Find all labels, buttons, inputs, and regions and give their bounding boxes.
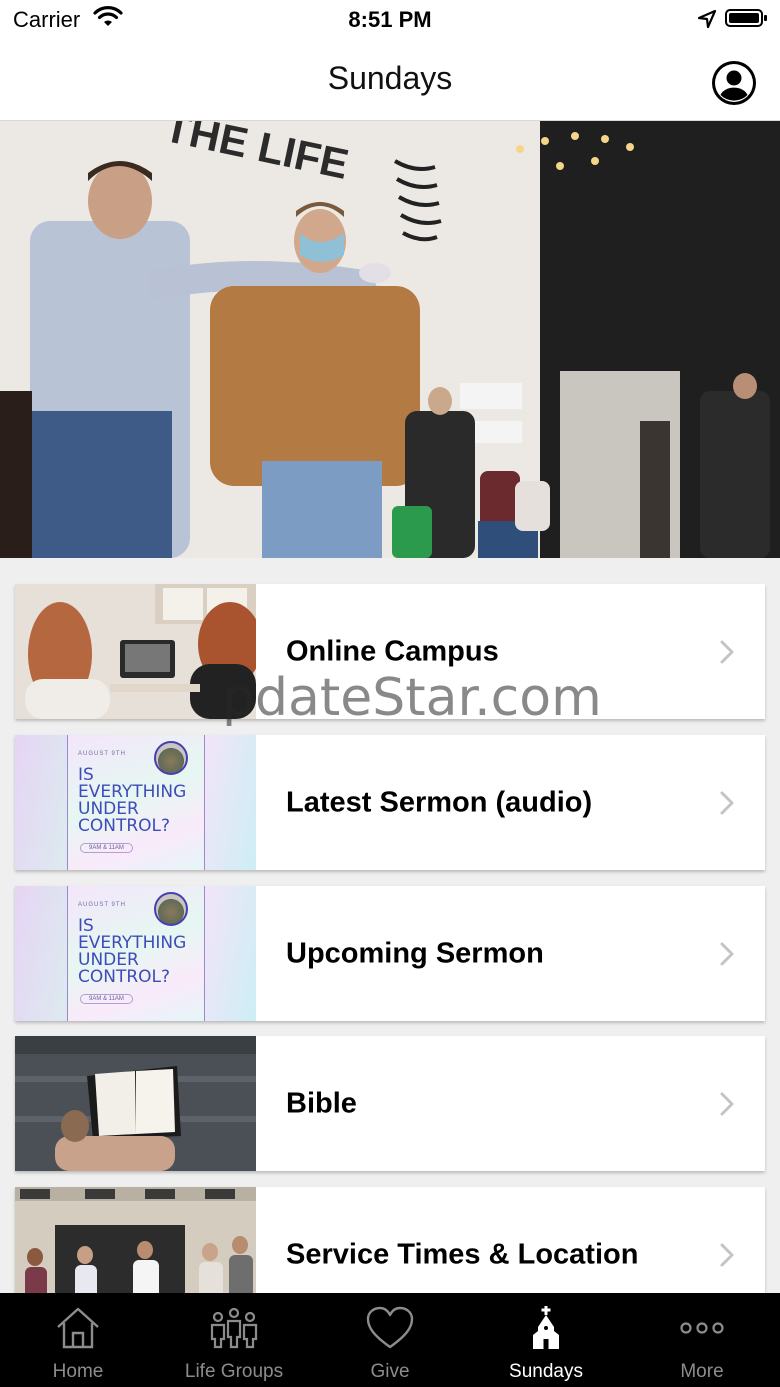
poster-title: IS EVERYTHING UNDER CONTROL? [78,767,186,835]
tab-bar: Home Life Groups Give Sundays More [0,1293,780,1387]
poster-times: 9AM & 11AM [80,994,133,1004]
chevron-right-icon [720,791,734,814]
chevron-right-icon [720,1092,734,1115]
screen: Carrier 8:51 PM Sundays THE LIFE Online … [0,0,780,1387]
sermon-series-art: AUGUST 9TH IS EVERYTHING UNDER CONTROL? … [15,735,256,870]
battery-icon [725,9,767,27]
status-time: 8:51 PM [348,7,432,32]
nav-bar: Sundays [0,40,780,121]
list-item-label: Service Times & Location [286,1238,639,1270]
poster-date: AUGUST 9TH [78,902,126,908]
tab-give[interactable]: Give [312,1293,468,1387]
status-bar: Carrier 8:51 PM [0,0,780,40]
list-item-label: Latest Sermon (audio) [286,786,593,818]
list-item-label: Online Campus [286,635,499,667]
sermon-series-art: AUGUST 9TH IS EVERYTHING UNDER CONTROL? … [15,886,256,1021]
tab-more[interactable]: More [624,1293,780,1387]
sermon-poster: AUGUST 9TH IS EVERYTHING UNDER CONTROL? … [67,735,205,870]
tab-label: More [680,1361,724,1382]
chevron-right-icon [720,1243,734,1266]
people-group-icon [210,1307,258,1349]
poster-times: 9AM & 11AM [80,843,133,853]
church-icon [533,1306,559,1349]
poster-title: IS EVERYTHING UNDER CONTROL? [78,918,186,986]
list-item-label: Upcoming Sermon [286,937,544,969]
poster-line: CONTROL? [78,967,171,987]
list-item-label: Bible [286,1087,357,1119]
list-item-online-campus[interactable]: Online Campus [15,584,765,719]
heart-icon [366,1306,414,1349]
tab-sundays[interactable]: Sundays [468,1293,624,1387]
tab-label: Give [370,1361,410,1382]
tab-label: Life Groups [184,1361,284,1382]
chevron-right-icon [720,640,734,663]
hero-photo: THE LIFE [0,121,780,558]
chevron-right-icon [720,942,734,965]
hero-image: THE LIFE [0,121,780,558]
tab-home[interactable]: Home [0,1293,156,1387]
list-item-latest-sermon[interactable]: AUGUST 9TH IS EVERYTHING UNDER CONTROL? … [15,735,765,870]
list-item-bible[interactable]: Bible [15,1036,765,1171]
tab-life-groups[interactable]: Life Groups [156,1293,312,1387]
more-dots-icon [680,1322,724,1334]
list-item-upcoming-sermon[interactable]: AUGUST 9TH IS EVERYTHING UNDER CONTROL? … [15,886,765,1021]
bible-photo [15,1036,256,1171]
person-circle-icon[interactable] [712,61,756,105]
tab-label: Sundays [509,1361,583,1382]
home-icon [57,1307,99,1349]
page-title: Sundays [327,60,453,96]
tab-label: Home [52,1361,104,1382]
poster-date: AUGUST 9TH [78,751,126,757]
location-arrow-icon [697,9,717,35]
poster-line: CONTROL? [78,816,171,836]
online-campus-photo [15,584,256,719]
sermon-poster: AUGUST 9TH IS EVERYTHING UNDER CONTROL? … [67,886,205,1021]
